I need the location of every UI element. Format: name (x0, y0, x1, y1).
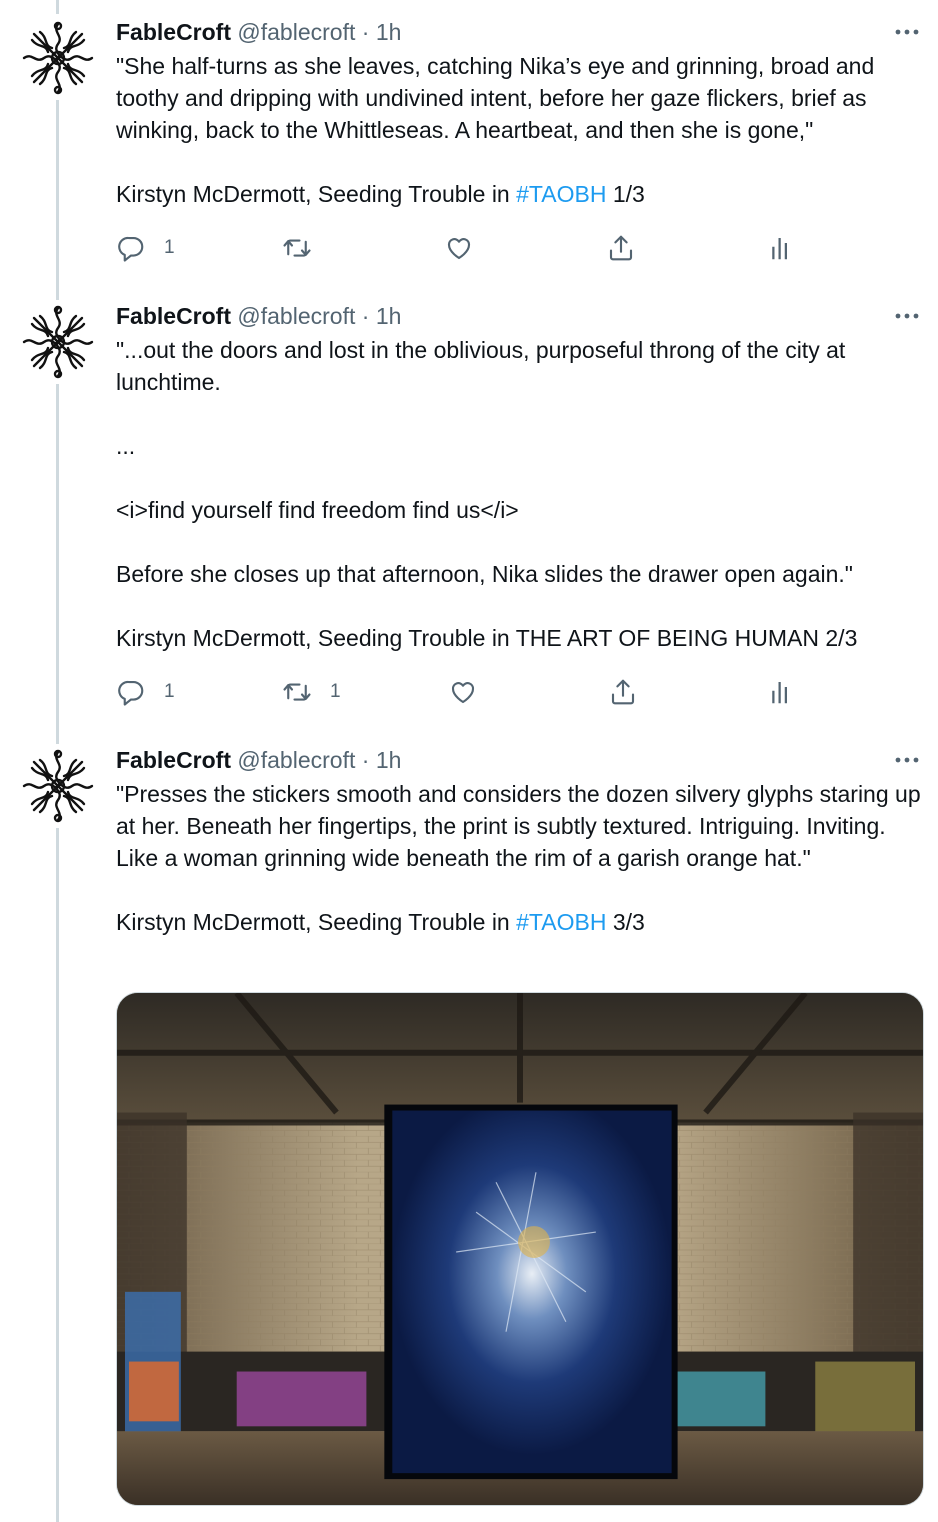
retweet-arrows-icon (282, 677, 312, 707)
reply-count: 1 (164, 237, 175, 258)
author-name[interactable]: FableCroft (116, 303, 231, 329)
tweet-credit: Kirstyn McDermott, Seeding Trouble in #T… (116, 178, 924, 210)
analytics-bars-icon (766, 233, 796, 263)
separator-dot: · (361, 747, 370, 773)
more-dots-icon (892, 302, 922, 330)
tweet-media-image[interactable] (116, 992, 924, 1506)
reply-bubble-icon (116, 677, 146, 707)
reply-bubble-icon (116, 233, 146, 263)
share-upload-icon (606, 233, 636, 263)
tweet-quote: "She half-turns as she leaves, catching … (116, 53, 875, 143)
timestamp[interactable]: 1h (376, 19, 402, 45)
heart-icon (444, 233, 474, 263)
reply-count: 1 (164, 681, 175, 702)
warehouse-painting-photo (117, 993, 923, 1505)
separator-dot: · (361, 303, 370, 329)
tweet-paragraph: "...out the doors and lost in the oblivi… (116, 337, 846, 395)
like-button[interactable] (448, 672, 478, 712)
tweet-text: "She half-turns as she leaves, catching … (116, 50, 924, 210)
timestamp[interactable]: 1h (376, 747, 402, 773)
heart-icon (448, 677, 478, 707)
tweet-actions: 1 (116, 228, 816, 268)
author-name[interactable]: FableCroft (116, 19, 231, 45)
fablecroft-logo-icon (18, 746, 98, 826)
more-options-button[interactable] (892, 18, 922, 46)
share-button[interactable] (606, 228, 636, 268)
hashtag-link[interactable]: #TAOBH (516, 909, 606, 935)
analytics-button[interactable] (766, 228, 796, 268)
author-name[interactable]: FableCroft (116, 747, 231, 773)
reply-button[interactable]: 1 (116, 672, 175, 712)
retweet-button[interactable]: 1 (282, 672, 341, 712)
tweet-actions: 1 1 (116, 672, 816, 712)
retweet-button[interactable] (282, 228, 312, 268)
more-options-button[interactable] (892, 302, 922, 330)
author-handle[interactable]: @fablecroft (237, 747, 355, 773)
author-handle[interactable]: @fablecroft (237, 303, 355, 329)
more-dots-icon (892, 746, 922, 774)
tweet-2[interactable]: FableCroft @fablecroft · 1h "...out the … (0, 284, 938, 724)
credit-text: Kirstyn McDermott, Seeding Trouble in (116, 181, 517, 207)
share-button[interactable] (608, 672, 638, 712)
tweet-paragraph: <i>find yourself find freedom find us</i… (116, 497, 519, 523)
retweet-count: 1 (330, 681, 341, 702)
hashtag-link[interactable]: #TAOBH (516, 181, 606, 207)
more-dots-icon (892, 18, 922, 46)
avatar[interactable] (18, 302, 98, 382)
share-upload-icon (608, 677, 638, 707)
avatar[interactable] (18, 18, 98, 98)
tweet-header: FableCroft @fablecroft · 1h (116, 746, 924, 774)
fablecroft-logo-icon (18, 18, 98, 98)
tweet-header: FableCroft @fablecroft · 1h (116, 18, 924, 46)
separator-dot: · (361, 19, 370, 45)
author-handle[interactable]: @fablecroft (237, 19, 355, 45)
tweet-credit: Kirstyn McDermott, Seeding Trouble in TH… (116, 625, 858, 651)
tweet-header: FableCroft @fablecroft · 1h (116, 302, 924, 330)
fablecroft-logo-icon (18, 302, 98, 382)
tweet-paragraph: Before she closes up that afternoon, Nik… (116, 561, 853, 587)
like-button[interactable] (444, 228, 474, 268)
tweet-paragraph: ... (116, 433, 136, 459)
tweet-text: "Presses the stickers smooth and conside… (116, 778, 924, 938)
tweet-credit: Kirstyn McDermott, Seeding Trouble in #T… (116, 906, 924, 938)
tweet-quote: "Presses the stickers smooth and conside… (116, 781, 921, 871)
analytics-button[interactable] (766, 672, 796, 712)
more-options-button[interactable] (892, 746, 922, 774)
thread-counter: 1/3 (606, 181, 645, 207)
avatar[interactable] (18, 746, 98, 826)
tweet-1[interactable]: FableCroft @fablecroft · 1h "She half-tu… (0, 0, 938, 280)
reply-button[interactable]: 1 (116, 228, 175, 268)
thread-counter: 3/3 (606, 909, 645, 935)
credit-text: Kirstyn McDermott, Seeding Trouble in (116, 909, 517, 935)
timestamp[interactable]: 1h (376, 303, 402, 329)
analytics-bars-icon (766, 677, 796, 707)
retweet-arrows-icon (282, 233, 312, 263)
tweet-text: "...out the doors and lost in the oblivi… (116, 334, 924, 654)
